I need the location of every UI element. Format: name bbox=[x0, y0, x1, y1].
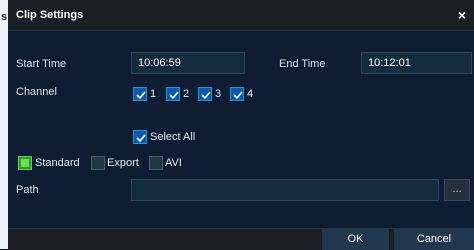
standard-option[interactable] bbox=[18, 156, 32, 170]
channel-3-label: 3 bbox=[215, 88, 222, 100]
title-bar: Clip Settings × bbox=[8, 0, 474, 31]
path-input[interactable] bbox=[131, 179, 439, 201]
check-icon bbox=[136, 91, 146, 100]
channel-4-checkbox[interactable] bbox=[230, 87, 244, 101]
path-label: Path bbox=[16, 184, 39, 196]
browse-button[interactable]: ... bbox=[444, 179, 470, 201]
selected-indicator bbox=[21, 159, 29, 167]
button-bar: OK Cancel bbox=[8, 228, 474, 250]
ok-button[interactable]: OK bbox=[322, 229, 389, 250]
channel-2-checkbox[interactable] bbox=[166, 87, 180, 101]
check-icon bbox=[201, 91, 211, 100]
avi-option[interactable] bbox=[149, 156, 163, 170]
close-icon[interactable]: × bbox=[454, 7, 470, 23]
channel-4-label: 4 bbox=[247, 88, 254, 100]
channel-1-label: 1 bbox=[150, 88, 157, 100]
dialog-title: Clip Settings bbox=[16, 9, 84, 21]
background-window-edge bbox=[0, 0, 8, 249]
export-label: Export bbox=[107, 157, 139, 169]
check-icon bbox=[233, 91, 243, 100]
channel-3-checkbox[interactable] bbox=[198, 87, 212, 101]
channel-1-checkbox[interactable] bbox=[133, 87, 147, 101]
channel-2-label: 2 bbox=[183, 88, 190, 100]
end-time-input[interactable] bbox=[361, 52, 472, 74]
end-time-label: End Time bbox=[279, 58, 326, 70]
cancel-button[interactable]: Cancel bbox=[394, 229, 474, 250]
start-time-label: Start Time bbox=[16, 58, 67, 70]
check-icon bbox=[136, 134, 146, 143]
export-option[interactable] bbox=[91, 156, 105, 170]
standard-label: Standard bbox=[35, 157, 80, 169]
clip-settings-dialog: Clip Settings × Start Time End Time Chan… bbox=[8, 0, 474, 250]
avi-label: AVI bbox=[165, 157, 182, 169]
select-all-checkbox[interactable] bbox=[133, 130, 147, 144]
background-window-glyph: s bbox=[0, 11, 8, 23]
check-icon bbox=[169, 91, 179, 100]
select-all-label: Select All bbox=[150, 131, 196, 143]
channel-label: Channel bbox=[16, 86, 57, 98]
start-time-input[interactable] bbox=[131, 52, 245, 74]
